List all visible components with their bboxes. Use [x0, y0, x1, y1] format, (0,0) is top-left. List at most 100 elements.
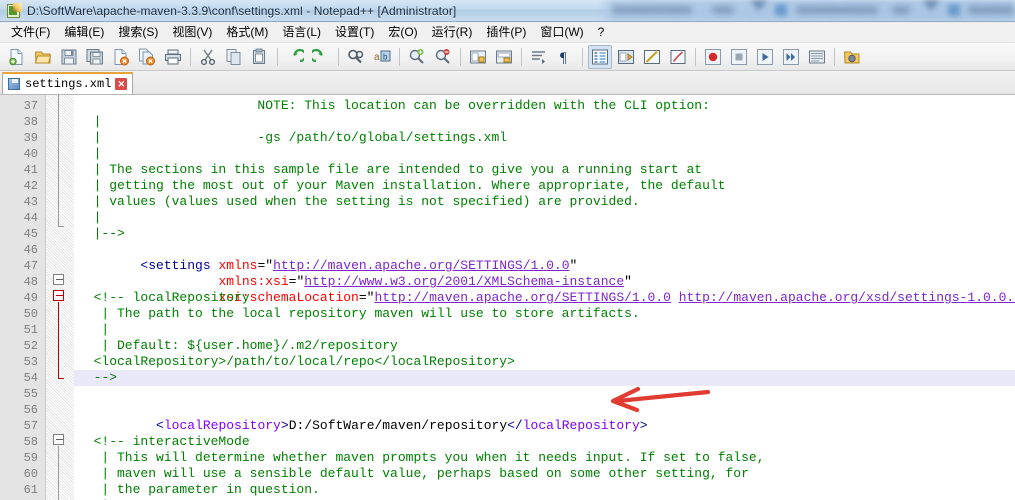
- menu-bar: 文件(F) 编辑(E) 搜索(S) 视图(V) 格式(M) 语言(L) 设置(T…: [0, 22, 1015, 43]
- open-file-icon[interactable]: [31, 45, 55, 69]
- record-macro-icon[interactable]: [701, 45, 725, 69]
- fold-tail: [58, 226, 64, 227]
- code-line: | maven will use a sensible default valu…: [74, 466, 1015, 482]
- code-segment: NOTE: This location can be overridden wi…: [78, 98, 710, 113]
- line-number: 46: [23, 243, 38, 257]
- fold-box-line-49[interactable]: [53, 290, 64, 301]
- toolbar: a b ¶: [0, 43, 1015, 71]
- show-symbol-icon[interactable]: [640, 45, 664, 69]
- word-wrap-icon[interactable]: [527, 45, 551, 69]
- code-link[interactable]: http://maven.apache.org/SETTINGS/1.0.0: [374, 290, 670, 305]
- code-segment: localRepository: [522, 418, 640, 433]
- fold-box-line-48[interactable]: [53, 274, 64, 285]
- line-number: 45: [23, 227, 38, 241]
- stop-recording-icon[interactable]: [727, 45, 751, 69]
- code-segment: |: [78, 114, 102, 129]
- code-line: | -gs /path/to/global/settings.xml: [74, 130, 1015, 146]
- code-link[interactable]: http://maven.apache.org/xsd/settings-1.0…: [679, 290, 1015, 305]
- code-editor[interactable]: 37 38 39 40 41 42 43 44 45 46 47 48 49 5…: [0, 95, 1015, 500]
- obscured-titlebar-region: [600, 0, 1015, 21]
- window-title: D:\SoftWare\apache-maven-3.3.9\conf\sett…: [27, 3, 457, 18]
- fold-box-line-58[interactable]: [53, 434, 64, 445]
- line-number: 56: [23, 403, 38, 417]
- close-all-icon[interactable]: [135, 45, 159, 69]
- menu-language[interactable]: 语言(L): [275, 23, 328, 42]
- line-number: 60: [23, 467, 38, 481]
- line-number: 44: [23, 211, 38, 225]
- code-segment: =": [288, 274, 305, 289]
- code-link[interactable]: http://maven.apache.org/SETTINGS/1.0.0: [273, 258, 569, 273]
- sync-horizontal-scroll-icon[interactable]: [492, 45, 516, 69]
- line-number: 47: [23, 259, 38, 273]
- menu-search[interactable]: 搜索(S): [111, 23, 165, 42]
- cut-icon[interactable]: [196, 45, 220, 69]
- doc-map-icon[interactable]: [666, 45, 690, 69]
- zoom-in-icon[interactable]: [405, 45, 429, 69]
- code-line: <!-- interactiveMode: [74, 434, 1015, 450]
- code-line: <settings xmlns="http://maven.apache.org…: [74, 242, 1015, 273]
- svg-text:a: a: [374, 52, 380, 63]
- save-all-icon[interactable]: [83, 45, 107, 69]
- fold-margin[interactable]: [46, 95, 74, 500]
- menu-plugins[interactable]: 插件(P): [479, 23, 533, 42]
- menu-edit[interactable]: 编辑(E): [57, 23, 111, 42]
- new-file-icon[interactable]: [5, 45, 29, 69]
- show-all-characters-icon[interactable]: ¶: [553, 45, 577, 69]
- copy-icon[interactable]: [222, 45, 246, 69]
- code-link[interactable]: http://www.w3.org/2001/XMLSchema-instanc…: [304, 274, 624, 289]
- tab-settings-xml[interactable]: settings.xml ✕: [2, 72, 134, 94]
- code-segment: <!-- localRepository: [78, 290, 250, 305]
- code-line-local-repository: <localRepository>D:/SoftWare/maven/repos…: [74, 402, 1015, 433]
- toolbar-separator: [695, 47, 696, 66]
- paste-icon[interactable]: [248, 45, 272, 69]
- code-segment: | This will determine whether maven prom…: [78, 450, 765, 465]
- run-macro-multiple-icon[interactable]: [779, 45, 803, 69]
- code-segment: |: [78, 146, 102, 161]
- menu-view[interactable]: 视图(V): [165, 23, 219, 42]
- menu-format[interactable]: 格式(M): [219, 23, 275, 42]
- save-icon[interactable]: [57, 45, 81, 69]
- menu-window[interactable]: 窗口(W): [533, 23, 590, 42]
- tab-bar: settings.xml ✕: [0, 71, 1015, 95]
- tab-label: settings.xml: [25, 77, 112, 91]
- user-defined-dialog-icon[interactable]: [614, 45, 638, 69]
- code-text-area[interactable]: NOTE: This location can be overridden wi…: [74, 95, 1015, 500]
- code-segment: | The path to the local repository maven…: [78, 306, 640, 321]
- menu-help[interactable]: ?: [591, 23, 612, 42]
- zoom-out-icon[interactable]: [431, 45, 455, 69]
- print-icon[interactable]: [161, 45, 185, 69]
- menu-settings[interactable]: 设置(T): [328, 23, 381, 42]
- close-icon[interactable]: ✕: [115, 78, 128, 90]
- menu-macro[interactable]: 宏(O): [381, 23, 424, 42]
- toolbar-separator: [399, 47, 400, 66]
- undo-icon[interactable]: [283, 45, 307, 69]
- indent-guide-icon[interactable]: [588, 44, 612, 69]
- line-number: 54: [23, 371, 38, 385]
- code-segment: =": [358, 290, 375, 305]
- sync-vertical-scroll-icon[interactable]: [466, 45, 490, 69]
- menu-file[interactable]: 文件(F): [4, 23, 57, 42]
- code-segment: =": [257, 258, 274, 273]
- code-segment: |: [78, 322, 110, 337]
- code-segment: localRepository: [163, 418, 281, 433]
- code-segment: >: [639, 418, 648, 433]
- code-line: |: [74, 210, 1015, 226]
- local-repository-path: D:/SoftWare/maven/repository: [288, 418, 508, 433]
- line-number: 42: [23, 179, 38, 193]
- code-segment: | -gs /path/to/global/settings.xml: [78, 130, 508, 145]
- play-macro-icon[interactable]: [753, 45, 777, 69]
- close-file-icon[interactable]: [109, 45, 133, 69]
- find-icon[interactable]: [344, 45, 368, 69]
- code-segment: >: [280, 418, 289, 433]
- code-segment: | values (values used when the setting i…: [78, 194, 640, 209]
- saved-file-icon: [7, 77, 21, 91]
- line-number: 37: [23, 99, 38, 113]
- redo-icon[interactable]: [309, 45, 333, 69]
- menu-run[interactable]: 运行(R): [425, 23, 480, 42]
- run-icon[interactable]: [840, 45, 864, 69]
- replace-icon[interactable]: a b: [370, 45, 394, 69]
- save-macro-icon[interactable]: [805, 45, 829, 69]
- code-line: NOTE: This location can be overridden wi…: [74, 98, 1015, 114]
- code-segment: |-->: [78, 226, 125, 241]
- toolbar-separator: [834, 47, 835, 66]
